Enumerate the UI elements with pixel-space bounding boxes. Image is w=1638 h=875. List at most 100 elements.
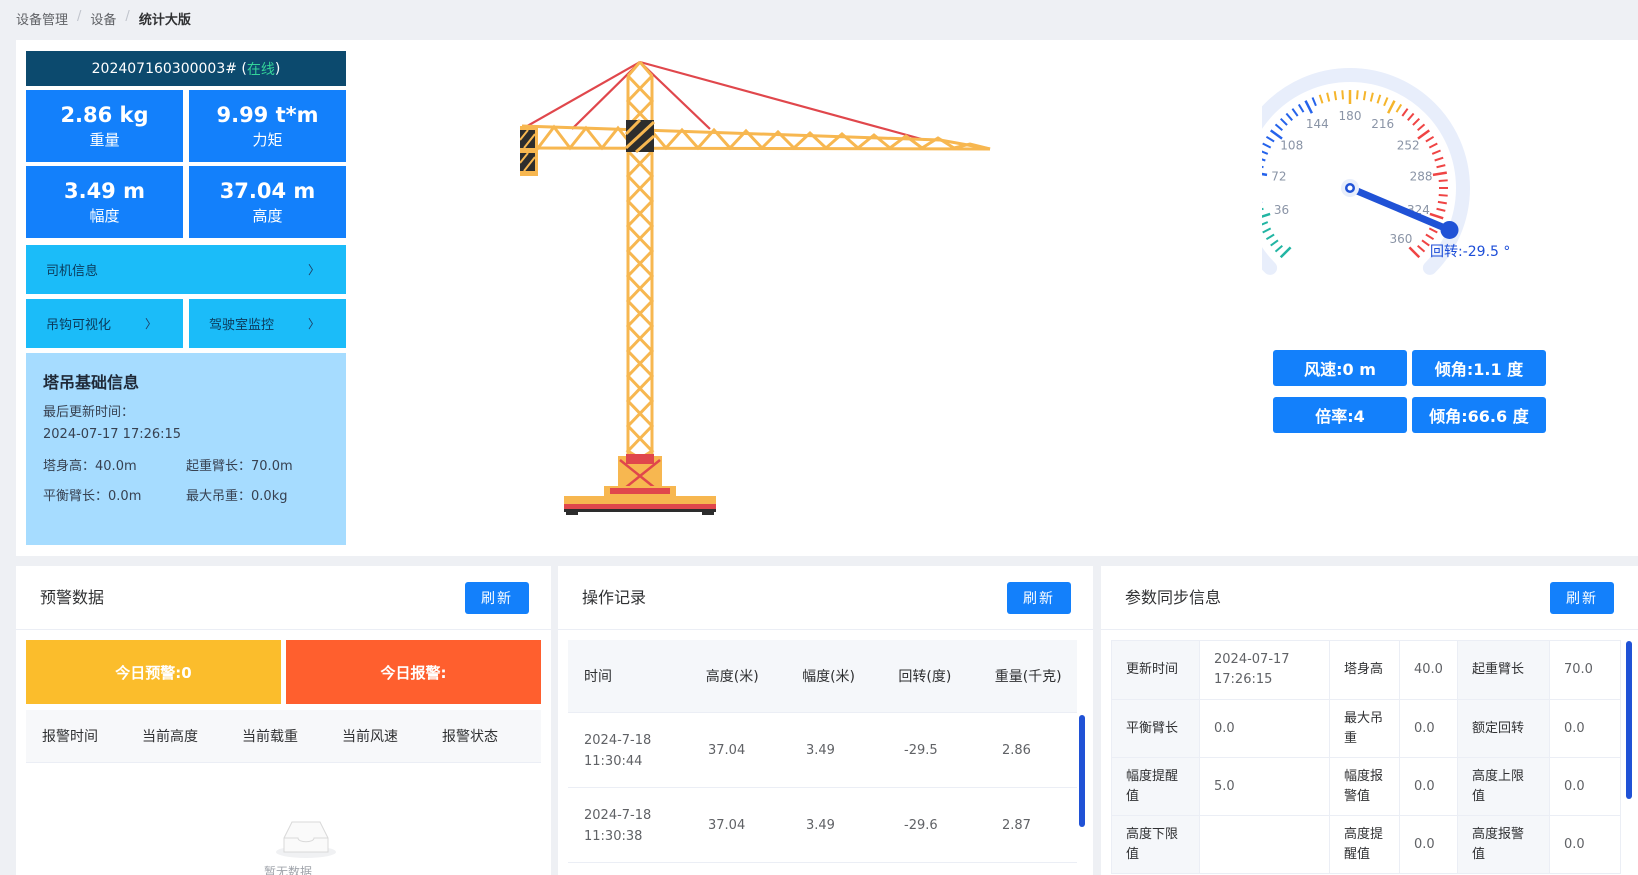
- param-value: 0.0: [1548, 815, 1622, 874]
- row-range: 3.49: [806, 818, 835, 833]
- param-value: 0.0: [1399, 815, 1458, 874]
- col-range: 幅度(米): [802, 669, 856, 685]
- today-alarm-card: 今日报警:: [286, 640, 541, 704]
- stat-card-height: 37.04 m 高度: [189, 166, 346, 238]
- stat-card-weight: 2.86 kg 重量: [26, 90, 183, 162]
- max-load-label: 最大吊重：: [186, 489, 252, 504]
- crane-base: [564, 454, 716, 515]
- gauge-tick: [1326, 92, 1331, 102]
- stat-label: 幅度: [89, 207, 120, 225]
- counter-jib-label: 平衡臂长：: [43, 489, 109, 504]
- hook-visualization-button[interactable]: 吊钩可视化 〉: [26, 299, 183, 348]
- gauge-tick-label: 108: [1280, 139, 1303, 153]
- col-current-wind: 当前风速: [342, 729, 398, 745]
- param-key: 高度下限值: [1111, 815, 1200, 874]
- gauge-tick: [1355, 90, 1359, 100]
- stat-value: 3.49 m: [63, 179, 145, 203]
- tower-crane-illustration: [520, 60, 991, 515]
- breadcrumb-item-device[interactable]: 设备: [90, 9, 116, 28]
- col-current-load: 当前载重: [242, 729, 298, 745]
- gauge-tick: [1425, 233, 1435, 241]
- gauge-needle-bar: [1346, 184, 1454, 234]
- device-status: 在线: [246, 61, 275, 78]
- stat-label: 力矩: [252, 131, 283, 149]
- param-value: 70.0: [1548, 640, 1622, 700]
- gauge-tick-labels: 3672108144180216252288324360: [1271, 109, 1432, 246]
- gauge-tick: [1318, 94, 1324, 104]
- chevron-right-icon: 〉: [307, 317, 320, 331]
- tower-height-label: 塔身高：: [43, 459, 96, 474]
- stat-card-range: 3.49 m 幅度: [26, 166, 183, 238]
- gauge-tick: [1262, 227, 1272, 234]
- param-scrollbar[interactable]: [1626, 641, 1632, 799]
- jib-length-value: 70.0m: [251, 459, 293, 474]
- operation-panel-title: 操作记录: [582, 588, 647, 607]
- gauge-reading: 回转:-29.5 °: [1430, 244, 1510, 260]
- gauge-tick: [1265, 233, 1275, 241]
- alert-refresh-button[interactable]: 刷新: [465, 582, 529, 614]
- param-refresh-button[interactable]: 刷新: [1550, 582, 1614, 614]
- gauge-tick: [1262, 221, 1269, 226]
- counter-jib-value: 0.0m: [108, 489, 142, 504]
- operation-refresh-button[interactable]: 刷新: [1007, 582, 1071, 614]
- gauge-tick-label: 36: [1274, 203, 1289, 217]
- operation-scrollbar[interactable]: [1079, 715, 1085, 827]
- stat-value: 9.99 t*m: [216, 103, 319, 127]
- row-date: 2024-7-18: [584, 732, 652, 748]
- row-weight: 2.87: [1002, 818, 1031, 833]
- stat-label: 重量: [89, 131, 120, 149]
- tilt-angle-2-badge: 倾角:66.6 度: [1412, 397, 1546, 433]
- gauge-tick: [1421, 239, 1430, 247]
- jib-length: 起重臂长：70.0m: [186, 452, 329, 482]
- param-key: 高度上限值: [1456, 757, 1550, 816]
- param-value: [1199, 815, 1330, 874]
- gauge-tick: [1297, 103, 1305, 113]
- table-row: 幅度提醒值 5.0 幅度报 警值 0.0 高度上限值 0.0: [1111, 757, 1622, 816]
- basic-info-title: 塔吊基础信息: [43, 373, 140, 392]
- crane-cab: [624, 118, 656, 154]
- gauge-tick: [1369, 92, 1374, 102]
- param-value: 0.0: [1399, 699, 1458, 758]
- row-rotation: -29.5: [904, 743, 938, 758]
- gauge-tick-label: 288: [1410, 170, 1433, 184]
- gauge-tick: [1304, 100, 1313, 114]
- gauge-tick: [1262, 150, 1269, 155]
- row-clock: 11:30:38: [584, 828, 643, 844]
- param-key: 更新时间: [1111, 640, 1200, 700]
- gauge-tick: [1436, 207, 1446, 212]
- col-alarm-time: 报警时间: [42, 729, 98, 745]
- breadcrumb-item-device-management[interactable]: 设备管理: [16, 9, 68, 28]
- table-row[interactable]: 2024-7-18 11:30:38 37.04 3.49 -29.6 2.87: [568, 789, 1077, 863]
- param-value: 0.0: [1199, 699, 1330, 758]
- gauge-tick: [1395, 103, 1403, 113]
- gauge-tick: [1270, 239, 1279, 247]
- param-value: 5.0: [1199, 757, 1330, 816]
- row-height: 37.04: [708, 743, 746, 758]
- driver-info-button[interactable]: 司机信息 〉: [26, 245, 346, 294]
- last-update-value: 2024-07-17 17:26:15: [43, 427, 182, 442]
- device-id: 202407160300003#: [91, 60, 237, 77]
- max-load-value: 0.0kg: [251, 489, 288, 504]
- cab-monitor-button[interactable]: 驾驶室监控 〉: [189, 299, 346, 348]
- gauge-tick-label: 252: [1397, 139, 1420, 153]
- param-key: 起重臂长: [1456, 640, 1550, 700]
- gauge-hub-center: [1347, 185, 1353, 191]
- device-header: 202407160300003# (在线): [26, 51, 346, 86]
- param-value: 2024-07-17 17:26:15: [1199, 640, 1330, 700]
- alert-panel: 预警数据 刷新 今日预警:0 今日报警: 报警时间 当前高度 当前载重 当前风速…: [16, 566, 551, 875]
- hook-visualization-label: 吊钩可视化: [46, 318, 112, 333]
- gauge-tick: [1437, 200, 1447, 205]
- chevron-right-icon: 〉: [144, 317, 157, 331]
- table-row[interactable]: 2024-7-18 11:30:44 37.04 3.49 -29.5 2.86: [568, 714, 1077, 788]
- gauge-tick: [1428, 142, 1438, 149]
- param-key: 高度报警值: [1456, 815, 1550, 874]
- gauge-tick: [1362, 91, 1367, 101]
- alert-panel-title: 预警数据: [40, 588, 105, 607]
- param-key: 最大吊重: [1329, 699, 1400, 758]
- gauge-tick-label: 72: [1271, 170, 1286, 184]
- gauge-tick: [1262, 212, 1271, 218]
- param-sync-panel: 参数同步信息 刷新 更新时间 2024-07-17 17:26:15 塔身高 40…: [1101, 566, 1638, 875]
- gauge-tick: [1333, 91, 1338, 101]
- breadcrumb-item-current: 统计大版: [138, 13, 191, 28]
- row-range: 3.49: [806, 743, 835, 758]
